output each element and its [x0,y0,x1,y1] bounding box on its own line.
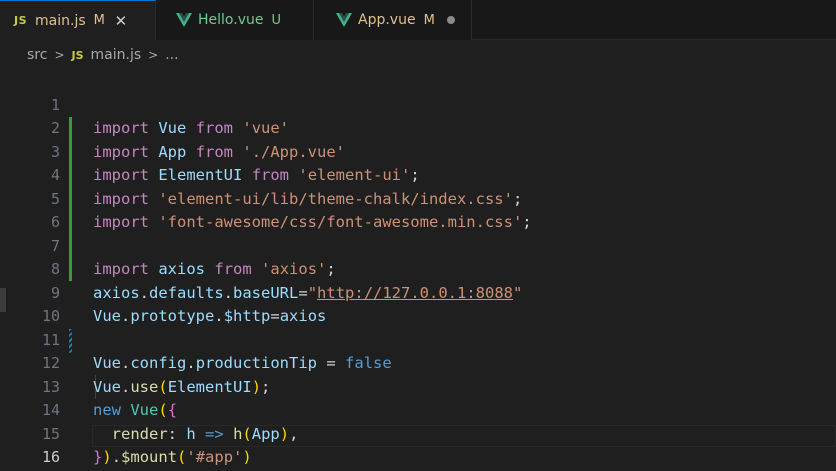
code-line: 8 axios.defaults.baseURL="http://127.0.0… [0,235,836,302]
breadcrumb-folder[interactable]: src [27,47,47,63]
javascript-file-icon: JS [14,14,28,27]
line-text: }).$mount('#app') [93,448,252,466]
breadcrumb-file[interactable]: main.js [91,47,142,63]
code-line: 15 }).$mount('#app') [0,399,836,467]
code-line: 4 import 'element-ui/lib/theme-chalk/ind… [0,141,836,208]
chevron-right-icon: > [148,48,159,62]
javascript-file-icon: JS [71,48,84,62]
tab-hello-vue[interactable]: Hello.vue U [156,0,314,40]
line-number: 16 [41,448,60,466]
tab-app-vue[interactable]: App.vue M [314,0,472,40]
code-line: 13 new Vue({ [0,352,836,420]
tab-label: App.vue [358,12,416,28]
code-line: 7 import axios from 'axios'; [0,211,836,279]
tab-label: Hello.vue [198,12,264,28]
tab-bar: JS main.js M ✕ Hello.vue U App.vue M [0,0,836,40]
code-line: 5 import 'font-awesome/css/font-awesome.… [0,164,836,232]
code-line: 2 import App from './App.vue' [0,94,836,161]
code-line: 6 [0,188,836,231]
close-icon[interactable]: ✕ [113,12,129,30]
code-line: 1 import Vue from 'vue' [0,70,836,138]
code-line: 12 Vue.use(ElementUI); [0,329,836,396]
code-line: 9 Vue.prototype.$http=axios [0,258,836,326]
chevron-right-icon: > [54,48,65,62]
code-line: 11 Vue.config.productionTip = false [0,305,836,373]
code-line: 14 render: h => h(App), [0,376,836,443]
code-line: 3 import ElementUI from 'element-ui'; [0,117,836,185]
code-area[interactable]: 1 import Vue from 'vue' 2 import App fro… [0,70,836,471]
breadcrumb: src > JS main.js > ... [0,40,836,70]
breadcrumb-symbols[interactable]: ... [165,47,178,63]
code-editor: JS main.js M ✕ Hello.vue U App.vue M src… [0,0,836,471]
code-line: 10 [0,282,836,325]
tab-git-status: M [93,13,105,28]
tab-label: main.js [35,12,86,29]
code-line-current: 16 [0,423,836,466]
vue-file-icon [336,13,352,27]
vue-file-icon [176,13,192,27]
unsaved-dot-icon[interactable] [446,16,455,24]
tab-main-js[interactable]: JS main.js M ✕ [0,0,156,40]
tab-git-status: M [423,12,435,28]
tab-git-status: U [271,12,281,28]
